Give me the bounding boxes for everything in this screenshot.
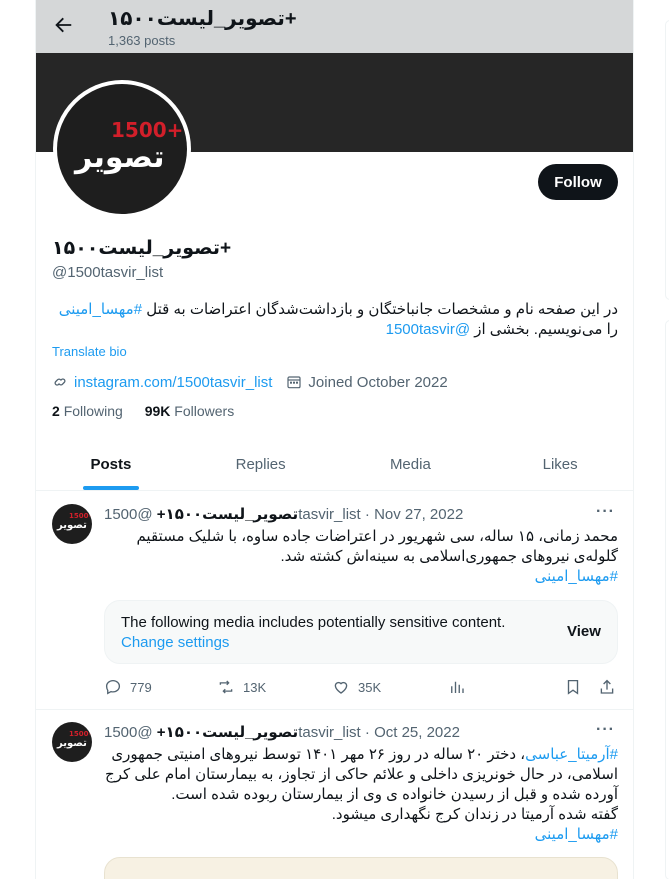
translate-bio-link[interactable]: Translate bio	[52, 344, 127, 359]
website-link[interactable]: instagram.com/1500tasvir_list	[74, 374, 272, 391]
tab-media[interactable]: Media	[336, 438, 486, 490]
profile-handle: @1500tasvir_list	[52, 264, 164, 281]
active-tab-indicator	[82, 486, 139, 490]
tab-replies-label: Replies	[235, 455, 286, 473]
follow-button[interactable]: Follow	[538, 164, 618, 200]
tab-likes-label: Likes	[542, 455, 578, 473]
tweet-hashtag[interactable]: #مهسا_امینی	[535, 568, 618, 585]
bio-mention[interactable]: @1500tasvir	[386, 321, 470, 338]
share-icon	[600, 679, 614, 694]
profile-column: تصویر_لیست۱۵۰۰+ 1,363 posts 1500+ تصویر …	[35, 0, 634, 879]
view-button[interactable]: View	[567, 623, 601, 640]
tab-replies[interactable]: Replies	[186, 438, 336, 490]
tab-posts-label: Posts	[90, 455, 132, 473]
tweet-text: #آرمیتا_عباسی، دختر ۲۰ ساله در روز ۲۶ مه…	[104, 745, 618, 845]
views-button[interactable]	[448, 678, 474, 696]
tweet-author-name[interactable]: تصویر_لیست۱۵۰۰+	[157, 506, 298, 523]
bookmark-button[interactable]	[564, 678, 590, 696]
right-sidebar-edge	[663, 0, 669, 879]
tweet-dot: ·	[364, 506, 370, 523]
sensitive-media-warning: The following media includes potentially…	[104, 600, 618, 664]
tab-likes[interactable]: Likes	[485, 438, 633, 490]
tweet-avatar[interactable]: 1500+ تصویر	[52, 504, 92, 544]
tweet-avatar[interactable]: 1500+ تصویر	[52, 722, 92, 762]
sidebar-card	[665, 20, 669, 300]
calendar-icon	[286, 374, 302, 390]
tweet-media[interactable]	[104, 857, 618, 879]
tweet[interactable]: 1500+ تصویر تصویر_لیست۱۵۰۰+ @1500tasvir_…	[36, 710, 633, 879]
header-title: تصویر_لیست۱۵۰۰+	[108, 8, 297, 30]
tweet-hashtag-start[interactable]: #آرمیتا_عباسی	[525, 746, 618, 763]
profile-bio: در این صفحه نام و مشخصات جانباختگان و با…	[52, 300, 618, 340]
repost-count: 13K	[243, 679, 267, 695]
tweet-date[interactable]: Oct 25, 2022	[374, 724, 460, 741]
profile-avatar[interactable]: 1500+ تصویر	[53, 80, 191, 218]
reply-count: 779	[130, 679, 152, 695]
repost-icon	[219, 680, 233, 694]
bio-text: در این صفحه نام و مشخصات جانباختگان و با…	[142, 301, 618, 318]
joined-date: Joined October 2022	[308, 373, 448, 391]
follow-stats: 2 Following 99K Followers	[52, 403, 252, 419]
tweet-date[interactable]: Nov 27, 2022	[374, 506, 463, 523]
posts-count: 1,363 posts	[108, 33, 176, 48]
tweet-avatar-text: تصویر	[57, 520, 87, 531]
following-count: 2	[52, 403, 60, 419]
followers-link[interactable]: 99K Followers	[145, 403, 234, 419]
followers-count: 99K	[144, 403, 171, 419]
sensitive-message: The following media includes potentially…	[121, 614, 506, 631]
sidebar-card	[665, 320, 669, 879]
profile-tabs: Posts Replies Media Likes	[36, 438, 633, 491]
tweet-body-2: گفته شده آرمیتا در زندان کرج نگهداری میش…	[331, 806, 618, 823]
heart-icon	[334, 681, 348, 694]
reply-button[interactable]: 779	[104, 678, 152, 696]
bio-hashtag[interactable]: #مهسا_امینی	[59, 301, 142, 318]
tweet-actions: 779 13K 35K	[104, 678, 618, 698]
following-label: Following	[63, 403, 123, 419]
tweet-header: تصویر_لیست۱۵۰۰+ @1500tasvir_list · Oct 2…	[104, 723, 460, 741]
tweet-avatar-number: 1500+	[69, 512, 92, 520]
tweet-author-name[interactable]: تصویر_لیست۱۵۰۰+	[157, 724, 298, 741]
profile-name: تصویر_لیست۱۵۰۰+	[52, 238, 232, 259]
link-icon	[52, 374, 68, 390]
followers-label: Followers	[174, 403, 235, 419]
avatar-logo-text: تصویر	[75, 140, 165, 175]
reply-icon	[105, 679, 121, 695]
tweet-body: محمد زمانی، ۱۵ ساله، سی شهریور در اعتراض…	[136, 528, 618, 565]
tweet-text: محمد زمانی، ۱۵ ساله، سی شهریور در اعتراض…	[104, 527, 618, 587]
tab-posts[interactable]: Posts	[36, 438, 186, 490]
tweet-avatar-number: 1500+	[69, 730, 92, 738]
more-options-icon[interactable]: ···	[596, 721, 618, 739]
repost-button[interactable]: 13K	[217, 678, 266, 696]
share-button[interactable]	[598, 678, 624, 696]
back-arrow-icon[interactable]	[52, 14, 74, 38]
tweet-dot: ·	[364, 724, 370, 741]
views-icon	[451, 681, 464, 693]
bookmark-icon	[567, 679, 579, 695]
tweet[interactable]: 1500+ تصویر تصویر_لیست۱۵۰۰+ @1500tasvir_…	[36, 492, 633, 710]
tweet-avatar-text: تصویر	[57, 738, 87, 749]
profile-meta: instagram.com/1500tasvir_list Joined Oct…	[52, 372, 448, 392]
bio-text-2: را می‌نویسیم. بخشی از	[470, 321, 618, 338]
avatar-logo-number: 1500+	[111, 118, 184, 142]
more-options-icon[interactable]: ···	[596, 503, 618, 521]
tweet-hashtag[interactable]: #مهسا_امینی	[535, 826, 618, 843]
like-button[interactable]: 35K	[332, 678, 381, 696]
tab-media-label: Media	[389, 455, 431, 473]
like-count: 35K	[358, 679, 382, 695]
top-bar: تصویر_لیست۱۵۰۰+ 1,363 posts	[36, 0, 633, 53]
tweet-header: تصویر_لیست۱۵۰۰+ @1500tasvir_list · Nov 2…	[104, 505, 463, 523]
change-settings-link[interactable]: Change settings	[121, 634, 229, 651]
following-link[interactable]: 2 Following	[52, 403, 123, 419]
